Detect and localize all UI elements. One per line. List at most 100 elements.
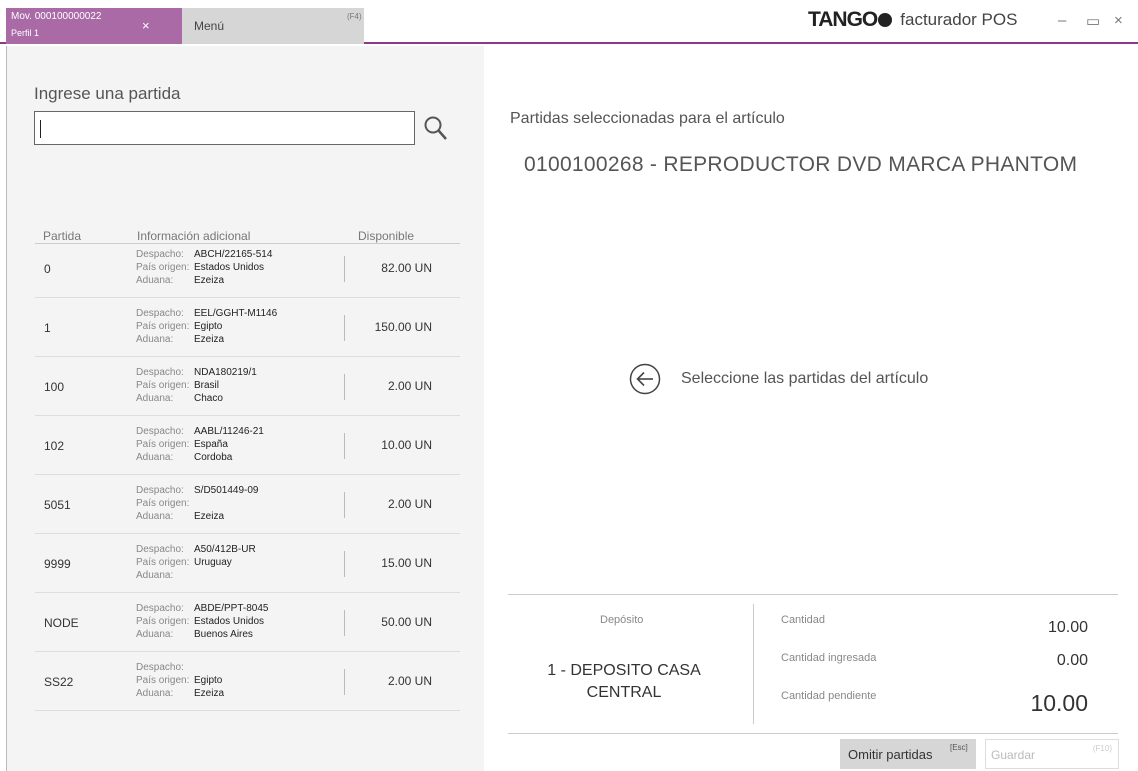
article-title: 0100100268 - REPRODUCTOR DVD MARCA PHANT… <box>524 153 1078 176</box>
pais-label: País origen: <box>136 616 190 627</box>
aduana-label: Aduana: <box>136 511 174 522</box>
partida-row[interactable]: 0 Despacho: ABCH/22165-514 País origen: Esta… <box>35 244 460 298</box>
partida-id: NODE <box>44 616 79 630</box>
tab-menu-shortcut: (F4) <box>347 12 362 21</box>
brand: TANGO facturador POS <box>808 7 1017 33</box>
pais-label: País origen: <box>136 262 190 273</box>
partida-row[interactable]: 100 Despacho: NDA180219/1 País origen: Brasi… <box>35 362 460 416</box>
aduana-value: Ezeiza <box>194 334 225 345</box>
row-divider <box>344 433 345 459</box>
pais-label: País origen: <box>136 439 190 450</box>
close-window-icon[interactable]: × <box>1114 12 1123 29</box>
aduana-value: Ezeiza <box>194 688 225 699</box>
pais-label: País origen: <box>136 557 190 568</box>
despacho-label: Despacho: <box>136 544 184 555</box>
pais-value: España <box>194 439 228 450</box>
despacho-label: Despacho: <box>136 249 184 260</box>
partida-disponible: 82.00 UN <box>381 261 432 275</box>
partida-info: Despacho: AABL/11246-21 País origen: España… <box>136 425 264 464</box>
partida-id: 100 <box>44 380 65 394</box>
cantidad-pendiente-label: Cantidad pendiente <box>781 690 877 702</box>
aduana-label: Aduana: <box>136 393 174 404</box>
despacho-label: Despacho: <box>136 426 184 437</box>
partida-info: Despacho: EEL/GGHT-M1146 País origen: Egipt… <box>136 307 277 346</box>
row-divider <box>344 256 345 282</box>
tab-movement-title: Mov. 000100000022 <box>11 11 102 22</box>
aduana-label: Aduana: <box>136 570 174 581</box>
despacho-label: Despacho: <box>136 662 184 673</box>
logo-dot-icon <box>878 13 893 27</box>
tab-movement[interactable]: Mov. 000100000022 Perfil 1 × <box>6 8 182 44</box>
selected-title: Partidas seleccionadas para el artículo <box>510 110 785 127</box>
search-input[interactable] <box>34 111 415 145</box>
cantidad-value: 10.00 <box>1047 619 1088 636</box>
partida-row[interactable]: 9999 Despacho: A50/412B-UR País origen: Urug… <box>35 539 460 593</box>
partida-row[interactable]: 1 Despacho: EEL/GGHT-M1146 País origen: Egip… <box>35 303 460 357</box>
despacho-value: A50/412B-UR <box>194 544 256 555</box>
partidas-panel: Ingrese una partida Partida Información … <box>6 46 484 771</box>
aduana-value: Ezeiza <box>194 511 225 522</box>
pais-value: Uruguay <box>194 557 232 568</box>
save-label: Guardar <box>991 748 1036 762</box>
partida-id: 102 <box>44 439 65 453</box>
col-disponible: Disponible <box>358 229 415 243</box>
partida-info: Despacho: ABDE/PPT-8045 País origen: Estado… <box>136 602 268 641</box>
pais-value: Estados Unidos <box>194 262 265 273</box>
despacho-value: EEL/GGHT-M1146 <box>194 308 278 319</box>
tab-close-icon[interactable]: × <box>142 18 150 33</box>
omit-partidas-button[interactable]: Omitir partidas [Esc] <box>840 739 976 769</box>
cantidad-label: Cantidad <box>781 614 826 626</box>
cantidad-ingresada-label: Cantidad ingresada <box>781 652 877 664</box>
cantidad-pendiente-value: 10.00 <box>1030 690 1088 716</box>
col-partida: Partida <box>43 229 82 243</box>
arrow-left-circle-icon <box>629 363 661 395</box>
aduana-label: Aduana: <box>136 334 174 345</box>
partida-info: Despacho: NDA180219/1 País origen: Brasil Ad… <box>136 366 257 405</box>
despacho-value: ABDE/PPT-8045 <box>194 603 269 614</box>
tango-logo: TANGO <box>808 8 878 31</box>
partida-info: Despacho: País origen: Egipto Aduana: Ezeiza <box>136 661 224 700</box>
partida-disponible: 50.00 UN <box>381 615 432 629</box>
partida-id: 5051 <box>44 498 71 512</box>
deposito-line2: CENTRAL <box>586 684 662 701</box>
deposito-line1: 1 - DEPOSITO CASA <box>547 662 701 679</box>
aduana-value: Cordoba <box>194 452 233 463</box>
deposito-value: 1 - DEPOSITO CASA CENTRAL <box>539 660 709 704</box>
aduana-label: Aduana: <box>136 275 174 286</box>
text-cursor <box>40 120 41 138</box>
pais-label: País origen: <box>136 321 190 332</box>
partida-disponible: 2.00 UN <box>387 674 432 688</box>
partida-row[interactable]: 5051 Despacho: S/D501449-09 País origen: Adu… <box>35 480 460 534</box>
search-heading: Ingrese una partida <box>34 84 181 103</box>
search-icon[interactable] <box>423 114 449 142</box>
aduana-label: Aduana: <box>136 688 174 699</box>
partida-info: Despacho: A50/412B-UR País origen: Uruguay A… <box>136 543 256 582</box>
partida-disponible: 15.00 UN <box>381 556 432 570</box>
aduana-label: Aduana: <box>136 452 174 463</box>
partida-disponible: 150.00 UN <box>374 320 432 334</box>
row-divider <box>344 374 345 400</box>
save-shortcut: (F10) <box>1092 744 1112 753</box>
pais-label: País origen: <box>136 380 190 391</box>
minimize-icon[interactable]: – <box>1058 12 1066 29</box>
partida-row[interactable]: NODE Despacho: ABDE/PPT-8045 País origen: Es… <box>35 598 460 652</box>
omit-partidas-label: Omitir partidas <box>848 747 933 762</box>
save-button[interactable]: Guardar (F10) <box>985 739 1119 769</box>
pais-value: Brasil <box>194 380 220 391</box>
partida-row[interactable]: SS22 Despacho: País origen: Egipto Aduana: Ez… <box>35 657 460 711</box>
partida-info: Despacho: S/D501449-09 País origen: Aduana:… <box>136 484 259 523</box>
tab-menu[interactable]: Menú (F4) <box>182 8 364 44</box>
pais-value: Egipto <box>194 675 223 686</box>
despacho-value: S/D501449-09 <box>194 485 259 496</box>
partida-id: SS22 <box>44 675 74 689</box>
pais-label: País origen: <box>136 498 190 509</box>
despacho-label: Despacho: <box>136 485 184 496</box>
summary-divider <box>753 604 754 724</box>
despacho-value: ABCH/22165-514 <box>194 249 273 260</box>
row-divider <box>344 315 345 341</box>
partida-id: 0 <box>44 262 51 276</box>
maximize-icon[interactable]: ▭ <box>1086 12 1100 30</box>
despacho-label: Despacho: <box>136 308 184 319</box>
despacho-label: Despacho: <box>136 367 184 378</box>
partida-row[interactable]: 102 Despacho: AABL/11246-21 País origen: Esp… <box>35 421 460 475</box>
